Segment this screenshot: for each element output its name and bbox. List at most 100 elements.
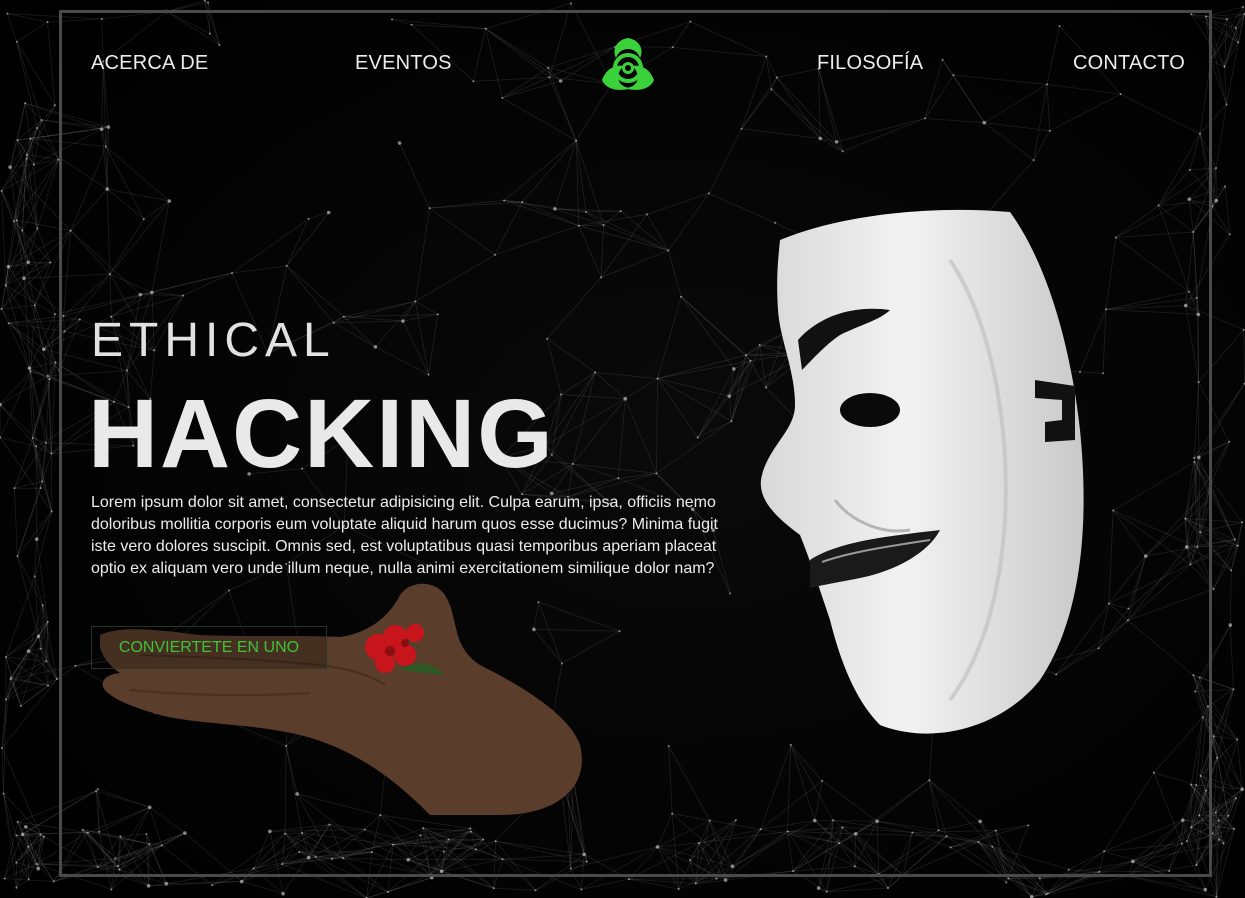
network-node [148, 843, 151, 846]
network-node [1190, 826, 1193, 829]
network-node [15, 861, 18, 864]
network-node [698, 842, 701, 845]
network-node [1005, 881, 1008, 884]
network-node [52, 880, 55, 883]
network-node [818, 136, 823, 141]
network-node [474, 848, 477, 851]
network-node [1240, 787, 1245, 792]
network-node [877, 873, 880, 876]
network-node [1194, 690, 1197, 693]
network-node [370, 851, 373, 854]
network-node [6, 264, 11, 269]
network-node [786, 830, 789, 833]
network-node [27, 845, 30, 848]
network-node [816, 886, 821, 890]
network-node [252, 867, 255, 870]
network-node [0, 189, 3, 192]
biohazard-icon[interactable] [598, 36, 658, 90]
network-node [436, 313, 439, 316]
network-node [342, 315, 345, 318]
nav-link-eventos[interactable]: EVENTOS [355, 52, 452, 75]
network-node [1192, 674, 1195, 677]
network-node [1215, 895, 1218, 898]
network-node [116, 864, 119, 867]
network-node [2, 792, 5, 795]
network-node [671, 812, 674, 815]
network-node [875, 819, 879, 823]
network-node [300, 831, 303, 834]
network-node [1228, 440, 1231, 443]
network-node [119, 835, 122, 838]
network-node [167, 199, 172, 203]
network-node [78, 318, 81, 321]
network-node [106, 125, 111, 129]
network-node [63, 330, 66, 333]
network-node [118, 868, 121, 871]
network-node [284, 832, 287, 835]
network-node [585, 860, 588, 863]
network-node [1185, 840, 1188, 843]
network-node [1114, 236, 1117, 239]
network-node [45, 660, 48, 663]
network-node [577, 224, 580, 227]
nav-link-acerca[interactable]: ACERCA DE [91, 52, 208, 75]
network-node [655, 472, 658, 475]
network-node [1127, 875, 1130, 878]
network-node [50, 452, 53, 455]
network-node [15, 219, 18, 222]
network-node [1168, 869, 1171, 872]
network-node [298, 850, 301, 853]
network-node [13, 487, 16, 490]
network-node [1045, 893, 1048, 896]
network-node [1067, 868, 1070, 871]
network-node [1032, 159, 1035, 162]
network-node [1038, 877, 1041, 880]
network-node [46, 374, 49, 377]
network-node [27, 366, 32, 370]
network-node [617, 477, 620, 480]
network-node [1007, 877, 1010, 880]
network-node [553, 207, 557, 211]
network-node [911, 831, 914, 834]
network-node [715, 877, 718, 880]
network-node [1, 747, 4, 750]
network-node [1127, 607, 1130, 610]
network-node [160, 844, 163, 847]
network-node [534, 889, 537, 892]
hero-title-line1: ETHICAL [91, 314, 336, 367]
network-node [1183, 303, 1188, 308]
network-node [582, 852, 586, 857]
network-node [1228, 623, 1233, 627]
network-node [503, 199, 506, 202]
network-node [1188, 290, 1191, 293]
network-node [48, 378, 51, 381]
network-node [696, 436, 699, 439]
network-node [36, 866, 41, 871]
nav-link-contacto[interactable]: CONTACTO [1073, 52, 1185, 75]
network-node [16, 555, 19, 558]
top-navigation: ACERCA DE EVENTOS FILOSOFÍA CONTACTO [0, 0, 1245, 120]
network-node [96, 788, 99, 791]
network-node [182, 294, 185, 297]
network-node [19, 704, 22, 707]
network-node [306, 855, 311, 860]
network-node [39, 487, 42, 490]
network-node [730, 420, 733, 423]
network-node [22, 276, 26, 280]
network-node [25, 153, 28, 156]
network-node [307, 217, 310, 220]
network-node [1107, 602, 1110, 605]
network-node [373, 345, 378, 349]
cta-button[interactable]: CONVIERTETE EN UNO [91, 626, 327, 669]
network-node [694, 882, 697, 885]
network-node [328, 823, 331, 826]
network-node [1201, 716, 1204, 719]
network-node [314, 855, 317, 858]
network-node [26, 260, 31, 265]
network-node [392, 843, 395, 846]
nav-link-filosofia[interactable]: FILOSOFÍA [817, 52, 923, 75]
network-node [15, 834, 18, 837]
network-node [54, 361, 57, 364]
network-node [331, 857, 334, 860]
network-node [677, 887, 680, 890]
